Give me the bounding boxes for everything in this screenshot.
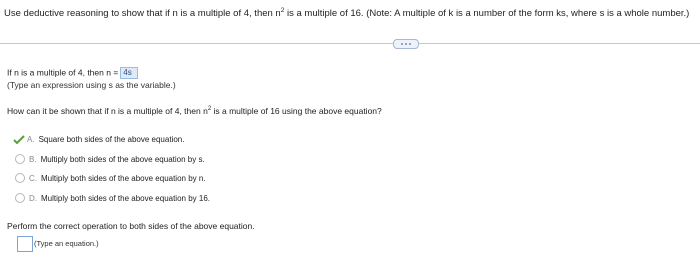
expand-more-button[interactable]	[393, 39, 419, 49]
part2-prompt: How can it be shown that if n is a multi…	[7, 106, 382, 116]
option-d-label: Multiply both sides of the above equatio…	[41, 193, 210, 203]
option-d-letter: D.	[29, 193, 37, 203]
part2-prompt-text1: How can it be shown that if n is a multi…	[7, 106, 208, 116]
question-text-part2: is a multiple of 16. (Note: A multiple o…	[284, 8, 690, 20]
option-c-label: Multiply both sides of the above equatio…	[41, 173, 206, 183]
part1-hint: (Type an expression using s as the varia…	[7, 80, 176, 90]
question-text: Use deductive reasoning to show that if …	[4, 5, 696, 20]
section-divider	[0, 43, 700, 44]
dot-icon	[409, 43, 411, 45]
option-d[interactable]: D. Multiply both sides of the above equat…	[15, 193, 210, 203]
part3-prompt: Perform the correct operation to both si…	[7, 221, 255, 231]
part1-prompt: If n is a multiple of 4, then n =	[7, 67, 119, 78]
dot-icon	[401, 43, 403, 45]
radio-button-icon[interactable]	[15, 154, 25, 164]
radio-button-icon[interactable]	[15, 173, 25, 183]
part2-prompt-text2: is a multiple of 16 using the above equa…	[211, 106, 382, 116]
option-b-label: Multiply both sides of the above equatio…	[40, 154, 205, 164]
equation-input-field[interactable]	[17, 236, 33, 252]
part1-answer-box[interactable]: 4s	[120, 67, 139, 79]
option-b-letter: B.	[29, 154, 37, 164]
radio-button-icon[interactable]	[15, 193, 25, 203]
option-c-letter: C.	[29, 173, 37, 183]
question-text-part1: Use deductive reasoning to show that if …	[4, 8, 281, 20]
option-a-label: Square both sides of the above equation.	[38, 135, 185, 144]
dot-icon	[405, 43, 407, 45]
part1-prompt-line: If n is a multiple of 4, then n = 4s	[7, 67, 139, 79]
option-a[interactable]: A. Square both sides of the above equatio…	[13, 135, 184, 144]
option-c[interactable]: C. Multiply both sides of the above equat…	[15, 173, 206, 183]
part3-hint: (Type an equation.)	[34, 239, 99, 248]
option-a-letter: A.	[27, 135, 35, 144]
option-b[interactable]: B. Multiply both sides of the above equat…	[15, 154, 205, 164]
checkmark-icon	[13, 135, 25, 144]
